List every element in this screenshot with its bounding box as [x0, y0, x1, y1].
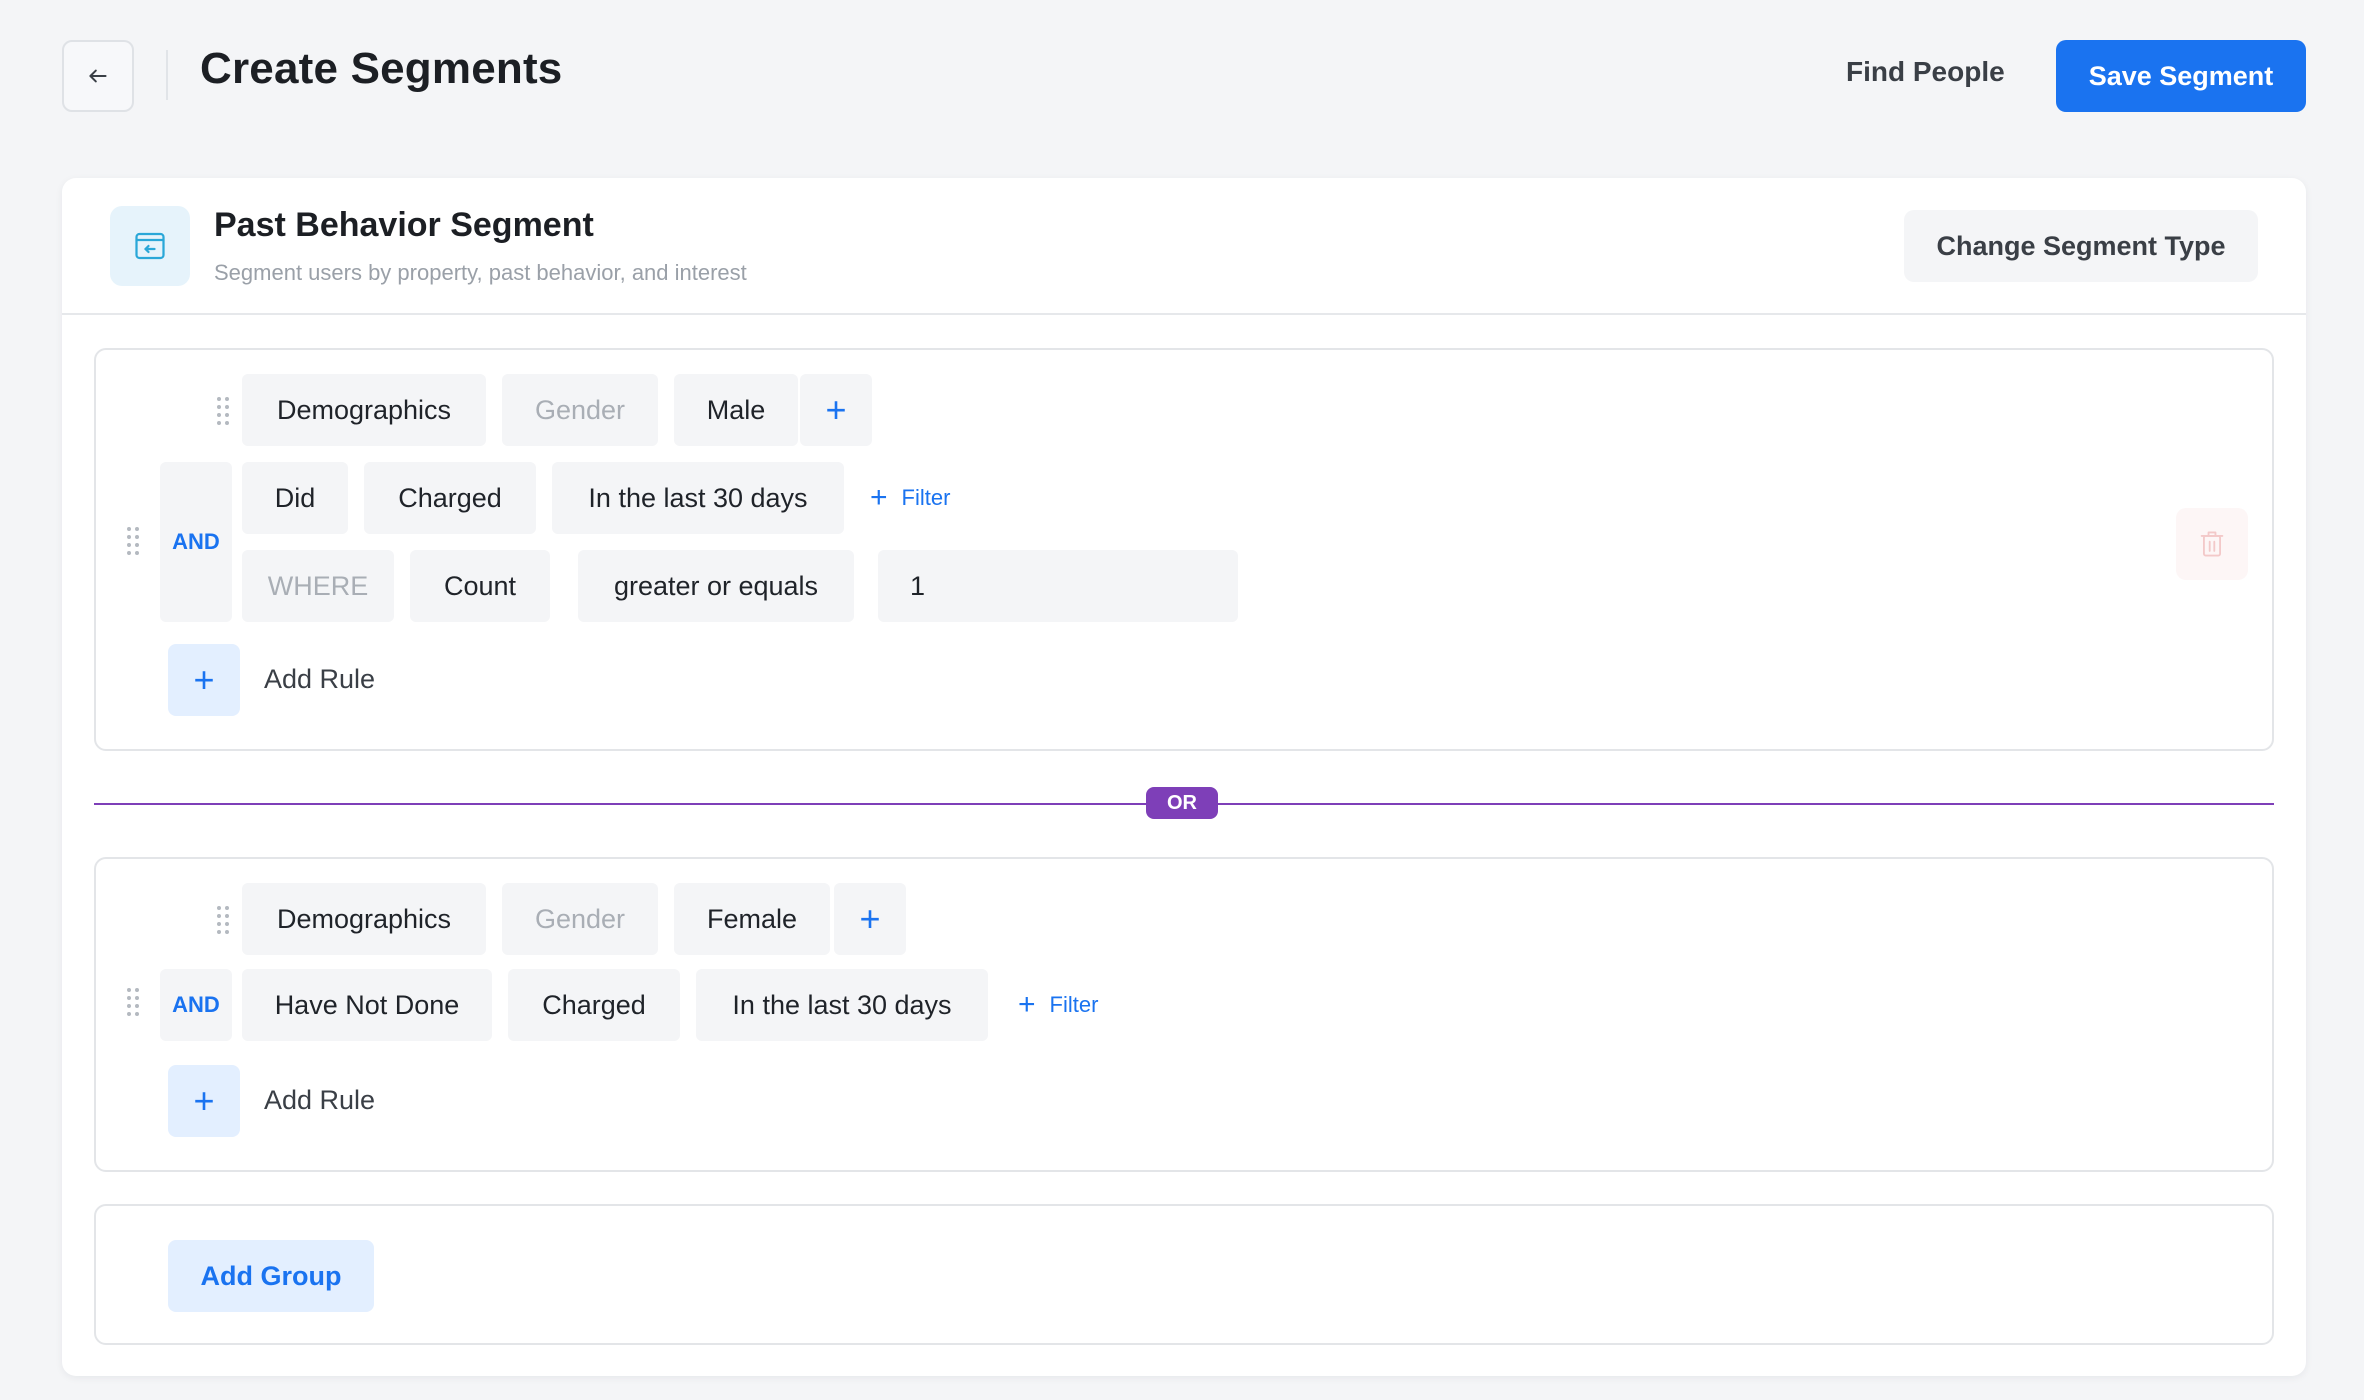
where-label: WHERE — [242, 550, 394, 622]
and-connector: AND — [160, 462, 232, 622]
add-property-button[interactable]: + — [800, 374, 872, 446]
drag-handle-icon[interactable] — [126, 526, 140, 556]
segment-type-icon — [110, 206, 190, 286]
top-bar: Create Segments Find People Save Segment — [0, 0, 2364, 150]
segment-subtitle: Segment users by property, past behavior… — [214, 260, 747, 285]
property-category-select[interactable]: Demographics — [242, 374, 486, 446]
rule-group: Demographics Gender Male + AND Did Charg… — [94, 348, 2274, 751]
add-rule-label[interactable]: Add Rule — [264, 1085, 375, 1116]
property-field-select[interactable]: Gender — [502, 883, 658, 955]
change-segment-type-button[interactable]: Change Segment Type — [1904, 210, 2258, 282]
event-action-select[interactable]: Did — [242, 462, 348, 534]
rule-group: Demographics Gender Female + AND Have No… — [94, 857, 2274, 1172]
timeframe-select[interactable]: In the last 30 days — [552, 462, 844, 534]
drag-handle-icon[interactable] — [216, 905, 230, 935]
property-value-select[interactable]: Female — [674, 883, 830, 955]
add-filter-link[interactable]: + Filter — [870, 480, 950, 516]
event-name-select[interactable]: Charged — [508, 969, 680, 1041]
drag-handle-icon[interactable] — [126, 987, 140, 1017]
trash-icon — [2200, 531, 2224, 557]
add-rule-button[interactable]: + — [168, 644, 240, 716]
add-group-button[interactable]: Add Group — [168, 1240, 374, 1312]
timeframe-select[interactable]: In the last 30 days — [696, 969, 988, 1041]
add-property-button[interactable]: + — [834, 883, 906, 955]
add-rule-button[interactable]: + — [168, 1065, 240, 1137]
filter-label: Filter — [1049, 992, 1099, 1017]
or-connector-badge: OR — [1146, 787, 1218, 819]
delete-rule-button[interactable] — [2176, 508, 2248, 580]
filter-label: Filter — [901, 485, 951, 510]
arrow-left-icon — [89, 69, 107, 83]
property-value-select[interactable]: Male — [674, 374, 798, 446]
plus-icon: + — [870, 481, 888, 514]
event-name-select[interactable]: Charged — [364, 462, 536, 534]
header-divider — [166, 50, 168, 100]
add-rule-label[interactable]: Add Rule — [264, 664, 375, 695]
segment-card: Past Behavior Segment Segment users by p… — [62, 178, 2306, 1376]
drag-handle-icon[interactable] — [216, 396, 230, 426]
value-input[interactable]: 1 — [878, 550, 1238, 622]
add-group-section: Add Group — [94, 1204, 2274, 1345]
operator-select[interactable]: greater or equals — [578, 550, 854, 622]
and-connector: AND — [160, 969, 232, 1041]
add-filter-link[interactable]: + Filter — [1018, 987, 1098, 1023]
save-segment-button[interactable]: Save Segment — [2056, 40, 2306, 112]
segment-title: Past Behavior Segment — [214, 206, 594, 244]
find-people-button[interactable]: Find People — [1846, 56, 2005, 88]
page-title: Create Segments — [200, 44, 563, 93]
plus-icon: + — [1018, 988, 1036, 1021]
event-action-select[interactable]: Have Not Done — [242, 969, 492, 1041]
property-field-select[interactable]: Gender — [502, 374, 658, 446]
window-back-icon — [135, 232, 165, 260]
property-category-select[interactable]: Demographics — [242, 883, 486, 955]
metric-select[interactable]: Count — [410, 550, 550, 622]
back-button[interactable] — [62, 40, 134, 112]
segment-header: Past Behavior Segment Segment users by p… — [62, 178, 2306, 315]
